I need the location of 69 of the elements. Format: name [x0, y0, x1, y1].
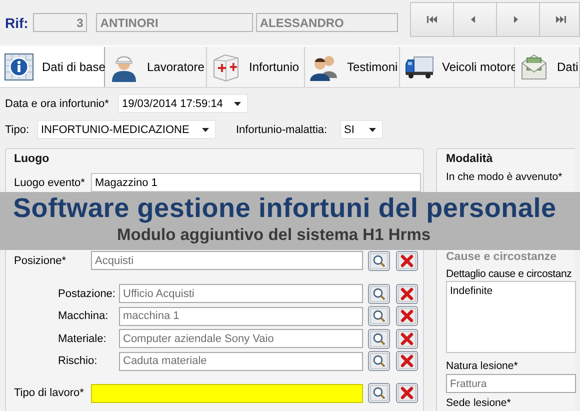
work-type-label: Tipo di lavoro*	[14, 387, 85, 399]
reference-number-field: 3	[32, 13, 88, 32]
lookup-field[interactable]: Computer aziendale Sony Vaio	[119, 329, 363, 348]
search-button[interactable]	[368, 351, 390, 371]
tab[interactable]: Dati di base	[0, 47, 105, 87]
search-button[interactable]	[368, 250, 390, 270]
banner-title: Software gestione infortuni del personale	[13, 193, 556, 224]
event-field[interactable]: Magazzino 1	[91, 173, 421, 192]
search-icon	[368, 351, 390, 371]
skip-last-button[interactable]	[540, 3, 579, 36]
search-icon	[368, 306, 390, 326]
info-icon	[4, 52, 34, 82]
group-title: Luogo	[14, 153, 50, 167]
surname-field: ANTINORI	[96, 13, 253, 32]
envelope-icon	[519, 52, 549, 82]
lookup-label: Rischio:	[58, 355, 98, 367]
search-icon	[368, 328, 390, 348]
skip-first-button[interactable]	[410, 3, 454, 36]
clear-button[interactable]	[396, 328, 418, 348]
search-button[interactable]	[368, 383, 390, 403]
search-button[interactable]	[368, 284, 390, 304]
clear-button[interactable]	[396, 351, 418, 371]
lookup-label: Materiale:	[58, 332, 108, 344]
lookup-field[interactable]: Ufficio Acquisti	[119, 284, 363, 303]
nature-field[interactable]: Frattura	[446, 374, 576, 393]
how-label: In che modo è avvenuto*	[446, 171, 564, 183]
date-label: Data e ora infortunio*	[5, 98, 110, 110]
lookup-field[interactable]: Caduta materiale	[119, 352, 363, 370]
close-icon	[396, 351, 418, 371]
search-button[interactable]	[368, 328, 390, 348]
close-icon	[396, 284, 418, 304]
skip-last-icon	[556, 16, 566, 23]
name-field: ALESSANDRO	[256, 13, 398, 32]
clear-button[interactable]	[396, 284, 418, 304]
group-title: Cause e circostanze	[446, 251, 558, 265]
lookup-label: Postazione:	[58, 288, 116, 300]
position-label: Posizione*	[14, 254, 67, 266]
banner-subtitle: Modulo aggiuntivo del sistema H1 Hrms	[117, 226, 431, 245]
search-icon	[368, 383, 390, 403]
detail-label: Dettaglio cause e circostanz	[446, 268, 573, 280]
event-label: Luogo evento*	[14, 176, 86, 188]
caret-icon	[202, 128, 209, 132]
work-type-field[interactable]	[91, 384, 363, 402]
nature-label: Natura lesione*	[446, 360, 519, 372]
skip-first-icon	[426, 16, 437, 23]
group-title: Modalità	[446, 153, 494, 167]
type-dropdown[interactable]: INFORTUNIO-MEDICAZIONE	[37, 120, 216, 139]
tab[interactable]: Dati	[515, 47, 580, 87]
close-icon	[396, 383, 418, 403]
type-label: Tipo:	[5, 124, 30, 136]
close-icon	[396, 328, 418, 348]
reference-label: Rif:	[5, 14, 30, 30]
site-label: Sede lesione*	[446, 397, 512, 409]
illness-dropdown[interactable]: SI	[340, 120, 383, 139]
search-icon	[368, 284, 390, 304]
search-button[interactable]	[368, 306, 390, 326]
clear-button[interactable]	[396, 250, 418, 270]
first-aid-box-icon	[211, 52, 241, 82]
clear-button[interactable]	[396, 383, 418, 403]
lookup-label: Macchina:	[58, 310, 110, 322]
illness-label: Infortunio-malattia:	[236, 124, 328, 136]
position-field[interactable]: Acquisti	[91, 251, 363, 270]
detail-textarea[interactable]: Indefinite	[446, 281, 576, 353]
lookup-field[interactable]: macchina 1	[119, 306, 363, 326]
close-icon	[396, 306, 418, 326]
date-dropdown[interactable]: 19/03/2014 17:59:14	[118, 94, 248, 113]
caret-icon	[234, 102, 241, 106]
caret-icon	[369, 128, 376, 132]
clear-button[interactable]	[396, 306, 418, 326]
